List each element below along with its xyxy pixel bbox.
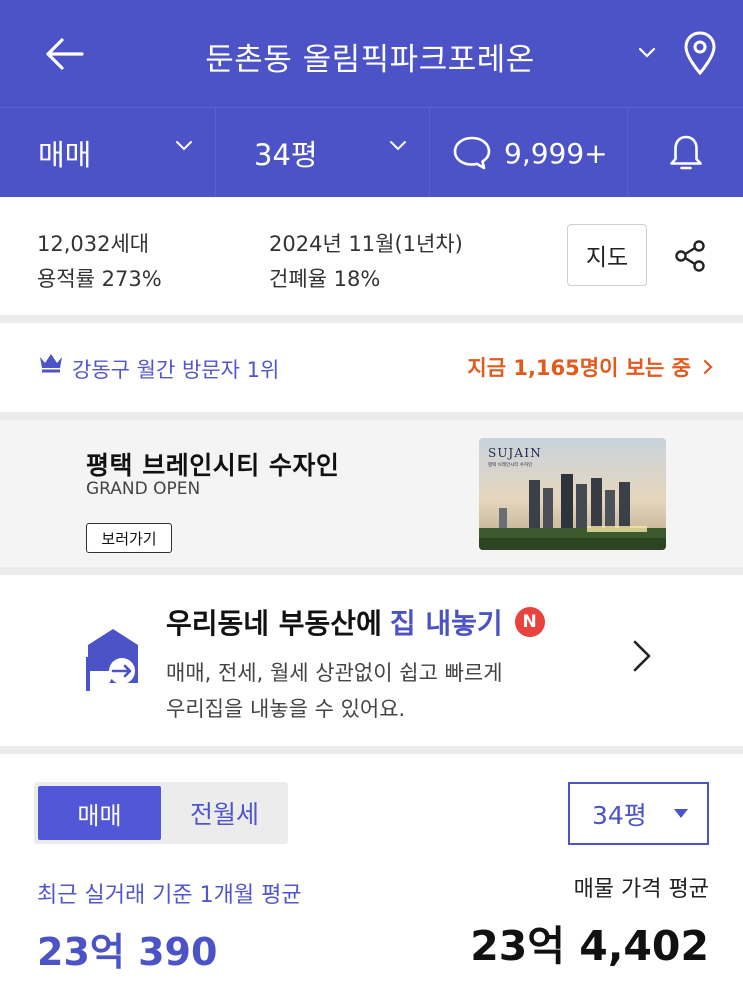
caret-down-icon <box>674 809 688 818</box>
banner-image: SUJAIN 평택 브레인시티 수자인 <box>479 438 666 550</box>
promo-title-highlight: 집 내놓기 <box>389 607 503 640</box>
new-badge: N <box>514 607 545 637</box>
chevron-down-icon <box>176 141 192 151</box>
ad-banner[interactable]: 평택 브레인시티 수자인 GRAND OPEN 보러가기 SUJAIN 평택 브… <box>0 420 743 567</box>
viewing-now-text: 지금 1,165명이 보는 중 <box>467 356 691 380</box>
recent-trade-label: 최근 실거래 기준 1개월 평균 <box>37 883 302 908</box>
households-text: 12,032세대 <box>37 232 150 256</box>
size-dropdown[interactable]: 34평 <box>216 108 430 198</box>
banner-brand: SUJAIN <box>488 446 542 460</box>
promo-title: 우리동네 부동산에 집 내놓기 N <box>166 602 545 642</box>
tab-rent[interactable]: 전월세 <box>165 786 284 840</box>
chevron-right-icon <box>703 359 713 375</box>
share-icon <box>675 240 705 272</box>
top-app-bar: 둔촌동 올림픽파크포레온 <box>0 0 743 107</box>
listing-avg-value: 23억 4,402 <box>470 922 709 970</box>
comments-button[interactable]: 9,999+ <box>430 108 628 198</box>
map-pin-icon <box>684 31 716 76</box>
share-button[interactable] <box>668 234 712 278</box>
promo-desc-line2: 우리집을 내놓을 수 있어요. <box>166 697 406 721</box>
visitor-rank-text: 강동구 월간 방문자 1위 <box>72 358 280 382</box>
chevron-right-icon <box>633 640 651 672</box>
chevron-down-icon <box>390 141 406 151</box>
price-section: 매매 전월세 34평 최근 실거래 기준 1개월 평균 23억 390 매물 가… <box>0 754 743 999</box>
listing-avg-label: 매물 가격 평균 <box>573 877 709 902</box>
banner-title: 평택 브레인시티 수자인 <box>86 451 340 480</box>
coverage-ratio-text: 건폐율 18% <box>269 267 381 291</box>
notification-button[interactable] <box>628 108 743 198</box>
deal-type-dropdown[interactable]: 매매 <box>0 108 216 198</box>
banner-brand-sub: 평택 브레인시티 수자인 <box>488 461 532 468</box>
deal-type-segmented-control: 매매 전월세 <box>34 782 288 844</box>
deal-type-label: 매매 <box>38 138 92 172</box>
size-select[interactable]: 34평 <box>568 782 709 845</box>
crown-icon <box>40 354 62 373</box>
back-button[interactable] <box>34 30 94 78</box>
filter-bar: 매매 34평 9,999+ <box>0 107 743 198</box>
visitor-rank-row: 강동구 월간 방문자 1위 지금 1,165명이 보는 중 <box>0 323 743 412</box>
app-page: 둔촌동 올림픽파크포레온 매매 34평 9,999+ 12,032세대 용적률 … <box>0 0 743 999</box>
size-label: 34평 <box>254 138 318 172</box>
completion-text: 2024년 11월(1년차) <box>269 232 463 256</box>
bell-icon <box>669 135 702 170</box>
size-select-value: 34평 <box>592 800 647 830</box>
promo-desc-line1: 매매, 전세, 월세 상관없이 쉽고 빠르게 <box>166 661 503 685</box>
speech-bubble-icon <box>453 136 491 170</box>
chevron-down-icon <box>638 47 656 58</box>
viewing-now-link[interactable]: 지금 1,165명이 보는 중 <box>467 352 713 382</box>
promo-description: 매매, 전세, 월세 상관없이 쉽고 빠르게 우리집을 내놓을 수 있어요. <box>166 655 503 727</box>
title-dropdown-button[interactable] <box>630 38 664 68</box>
promo-title-prefix: 우리동네 부동산에 <box>166 607 382 640</box>
list-home-promo[interactable]: 우리동네 부동산에 집 내놓기 N 매매, 전세, 월세 상관없이 쉽고 빠르게… <box>0 575 743 746</box>
recent-trade-value: 23억 390 <box>37 930 218 974</box>
banner-subtitle: GRAND OPEN <box>86 479 201 499</box>
map-button[interactable]: 지도 <box>567 224 647 286</box>
location-button[interactable] <box>676 27 724 79</box>
banner-go-button[interactable]: 보러가기 <box>86 523 172 553</box>
house-upload-icon <box>86 629 138 691</box>
arrow-left-icon <box>46 38 84 70</box>
floor-area-ratio-text: 용적률 273% <box>37 267 162 291</box>
tab-sale[interactable]: 매매 <box>38 786 161 840</box>
comment-count: 9,999+ <box>504 136 608 170</box>
page-title[interactable]: 둔촌동 올림픽파크포레온 <box>150 34 590 79</box>
